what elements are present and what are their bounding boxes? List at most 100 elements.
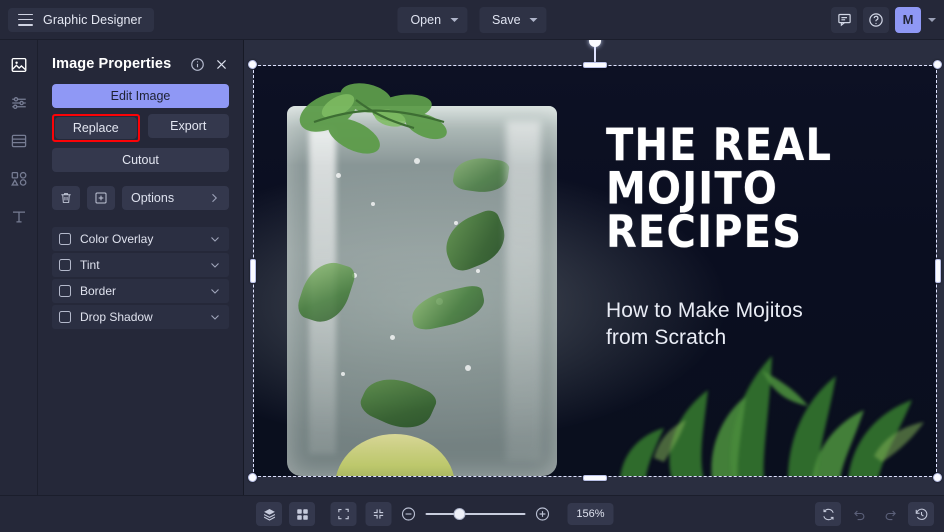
grid-button[interactable] bbox=[289, 502, 315, 526]
effect-row-drop-shadow[interactable]: Drop Shadow bbox=[52, 305, 229, 329]
chevron-down-icon[interactable] bbox=[209, 259, 221, 271]
fit-screen-icon bbox=[337, 507, 351, 521]
effect-row-tint[interactable]: Tint bbox=[52, 253, 229, 277]
effect-label: Border bbox=[80, 284, 209, 298]
open-label: Open bbox=[410, 13, 441, 27]
border-checkbox[interactable] bbox=[59, 285, 71, 297]
reset-button[interactable] bbox=[815, 502, 841, 526]
poster-subtitle-line2: from Scratch bbox=[606, 325, 906, 352]
layers-panel-icon bbox=[10, 132, 28, 150]
edit-image-button[interactable]: Edit Image bbox=[52, 84, 229, 108]
bottom-bar: 156% bbox=[0, 495, 944, 532]
help-button[interactable] bbox=[863, 7, 889, 33]
options-button[interactable]: Options bbox=[122, 186, 229, 210]
effects-list: Color Overlay Tint Border bbox=[52, 227, 229, 329]
info-button[interactable] bbox=[190, 57, 205, 72]
zoom-slider-knob[interactable] bbox=[454, 508, 466, 520]
fit-screen-button[interactable] bbox=[331, 502, 357, 526]
mint-sprig bbox=[294, 82, 484, 172]
file-actions: Open Save bbox=[397, 7, 546, 33]
top-bar-right: M bbox=[831, 7, 936, 33]
poster-subtitle: How to Make Mojitos from Scratch bbox=[606, 298, 906, 352]
app-window: Graphic Designer Open Save bbox=[0, 0, 944, 532]
rail-item-text[interactable] bbox=[4, 202, 34, 232]
poster-title: THE REAL MOJITO RECIPES bbox=[606, 124, 906, 254]
image-properties-panel: Image Properties Edit Image Replace bbox=[38, 40, 244, 495]
zoom-slider[interactable] bbox=[426, 507, 526, 521]
zoom-in-icon bbox=[535, 506, 551, 522]
rotate-handle[interactable] bbox=[589, 40, 601, 47]
history-button[interactable] bbox=[908, 502, 934, 526]
undo-button[interactable] bbox=[846, 502, 872, 526]
herb-foliage bbox=[612, 330, 936, 476]
layers-stack-icon bbox=[262, 507, 277, 522]
app-menu-button[interactable]: Graphic Designer bbox=[8, 8, 154, 32]
options-label: Options bbox=[131, 191, 174, 205]
effect-row-color-overlay[interactable]: Color Overlay bbox=[52, 227, 229, 251]
zoom-out-icon bbox=[401, 506, 417, 522]
zoom-out-button[interactable] bbox=[401, 506, 417, 522]
rail-item-layers[interactable] bbox=[4, 126, 34, 156]
effect-row-border[interactable]: Border bbox=[52, 279, 229, 303]
shrink-button[interactable] bbox=[366, 502, 392, 526]
shapes-icon bbox=[10, 170, 28, 188]
trash-icon bbox=[59, 191, 73, 205]
layers-button[interactable] bbox=[256, 502, 282, 526]
zoom-controls: 156% bbox=[331, 502, 614, 526]
rail-item-adjustments[interactable] bbox=[4, 88, 34, 118]
duplicate-button[interactable] bbox=[87, 186, 115, 210]
chevron-down-icon[interactable] bbox=[209, 311, 221, 323]
bottom-left-tools bbox=[256, 502, 315, 526]
hamburger-icon bbox=[18, 14, 33, 26]
image-icon bbox=[10, 56, 28, 74]
avatar[interactable]: M bbox=[895, 7, 921, 33]
object-actions-row: Options bbox=[52, 186, 229, 210]
close-panel-button[interactable] bbox=[214, 57, 229, 72]
panel-header: Image Properties bbox=[52, 44, 229, 84]
poster-subtitle-line1: How to Make Mojitos bbox=[606, 298, 906, 325]
chevron-down-icon bbox=[450, 18, 458, 22]
zoom-in-button[interactable] bbox=[535, 506, 551, 522]
help-circle-icon bbox=[868, 12, 884, 28]
save-label: Save bbox=[492, 13, 521, 27]
duplicate-icon bbox=[94, 191, 108, 205]
artboard[interactable]: THE REAL MOJITO RECIPES How to Make Moji… bbox=[254, 66, 936, 476]
history-icon bbox=[914, 507, 929, 522]
rail-item-shapes[interactable] bbox=[4, 164, 34, 194]
reset-icon bbox=[821, 507, 836, 522]
account-chevron-down-icon[interactable] bbox=[928, 18, 936, 22]
text-icon bbox=[10, 208, 28, 226]
poster-title-line1: THE REAL bbox=[606, 124, 906, 167]
canvas-area[interactable]: THE REAL MOJITO RECIPES How to Make Moji… bbox=[244, 40, 944, 495]
effect-label: Color Overlay bbox=[80, 232, 209, 246]
drop-shadow-checkbox[interactable] bbox=[59, 311, 71, 323]
zoom-slider-track bbox=[426, 513, 526, 515]
open-button[interactable]: Open bbox=[397, 7, 467, 33]
export-button[interactable]: Export bbox=[148, 114, 230, 138]
info-circle-icon bbox=[190, 57, 205, 72]
grid-icon bbox=[295, 507, 310, 522]
top-bar: Graphic Designer Open Save bbox=[0, 0, 944, 40]
poster-title-line2: MOJITO bbox=[606, 167, 906, 210]
color-overlay-checkbox[interactable] bbox=[59, 233, 71, 245]
zoom-level-value[interactable]: 156% bbox=[568, 503, 614, 525]
delete-button[interactable] bbox=[52, 186, 80, 210]
close-icon bbox=[214, 57, 229, 72]
chevron-down-icon[interactable] bbox=[209, 285, 221, 297]
comment-button[interactable] bbox=[831, 7, 857, 33]
lime-slice bbox=[335, 434, 455, 476]
cutout-button[interactable]: Cutout bbox=[52, 148, 229, 172]
rotate-stem bbox=[594, 45, 596, 65]
redo-button[interactable] bbox=[877, 502, 903, 526]
adjustments-icon bbox=[10, 94, 28, 112]
save-button[interactable]: Save bbox=[479, 7, 547, 33]
replace-button[interactable]: Replace bbox=[55, 117, 137, 139]
shrink-icon bbox=[372, 507, 386, 521]
chevron-right-icon bbox=[208, 192, 220, 204]
chevron-down-icon[interactable] bbox=[209, 233, 221, 245]
history-controls bbox=[815, 502, 934, 526]
effect-label: Drop Shadow bbox=[80, 310, 209, 324]
tint-checkbox[interactable] bbox=[59, 259, 71, 271]
effect-label: Tint bbox=[80, 258, 209, 272]
rail-item-image[interactable] bbox=[4, 50, 34, 80]
